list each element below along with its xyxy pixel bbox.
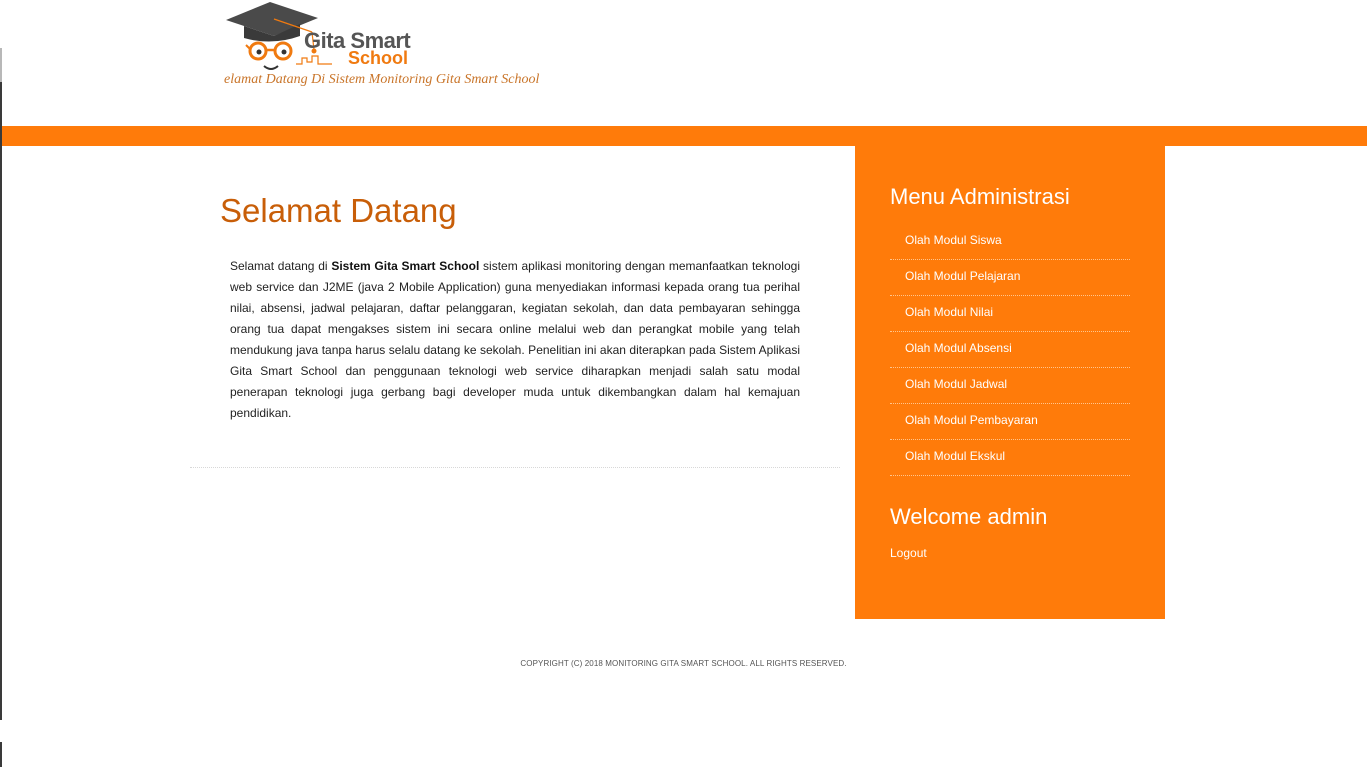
- admin-menu: Olah Modul Siswa Olah Modul Pelajaran Ol…: [890, 224, 1130, 476]
- sidebar: Menu Administrasi Olah Modul Siswa Olah …: [855, 146, 1165, 619]
- menu-link-absensi[interactable]: Olah Modul Absensi: [890, 332, 1130, 355]
- logo-text-secondary: School: [348, 48, 409, 68]
- intro-prefix: Selamat datang di: [230, 259, 332, 273]
- menu-link-jadwal[interactable]: Olah Modul Jadwal: [890, 368, 1130, 391]
- intro-body: sistem aplikasi monitoring dengan memanf…: [230, 259, 800, 420]
- menu-item-nilai: Olah Modul Nilai: [890, 296, 1130, 332]
- content-corner-right: [1165, 146, 1367, 176]
- page-title: Selamat Datang: [220, 192, 457, 229]
- site-logo[interactable]: Gita Smart School: [222, 0, 412, 74]
- footer-copyright: COPYRIGHT (C) 2018 MONITORING GITA SMART…: [520, 659, 847, 668]
- logout-link[interactable]: Logout: [890, 546, 927, 560]
- window-edge-top: [0, 0, 2, 48]
- menu-item-pembayaran: Olah Modul Pembayaran: [890, 404, 1130, 440]
- menu-item-jadwal: Olah Modul Jadwal: [890, 368, 1130, 404]
- menu-item-siswa: Olah Modul Siswa: [890, 224, 1130, 260]
- intro-bold: Sistem Gita Smart School: [331, 259, 480, 273]
- content-divider: [190, 467, 840, 468]
- header-band: [2, 126, 1367, 146]
- window-edge-highlight: [0, 48, 2, 82]
- site-tagline: elamat Datang Di Sistem Monitoring Gita …: [224, 72, 540, 87]
- content-corner-left: [2, 146, 855, 176]
- intro-paragraph: Selamat datang di Sistem Gita Smart Scho…: [230, 256, 800, 424]
- menu-link-pelajaran[interactable]: Olah Modul Pelajaran: [890, 260, 1130, 283]
- menu-item-pelajaran: Olah Modul Pelajaran: [890, 260, 1130, 296]
- welcome-heading: Welcome admin: [890, 504, 1048, 529]
- menu-link-nilai[interactable]: Olah Modul Nilai: [890, 296, 1130, 319]
- menu-title: Menu Administrasi: [890, 184, 1070, 209]
- window-edge-highlight-bottom: [0, 720, 2, 742]
- window-left-edge: [0, 0, 2, 767]
- menu-link-siswa[interactable]: Olah Modul Siswa: [890, 224, 1130, 247]
- menu-link-pembayaran[interactable]: Olah Modul Pembayaran: [890, 404, 1130, 427]
- menu-item-absensi: Olah Modul Absensi: [890, 332, 1130, 368]
- menu-item-ekskul: Olah Modul Ekskul: [890, 440, 1130, 476]
- menu-link-ekskul[interactable]: Olah Modul Ekskul: [890, 440, 1130, 463]
